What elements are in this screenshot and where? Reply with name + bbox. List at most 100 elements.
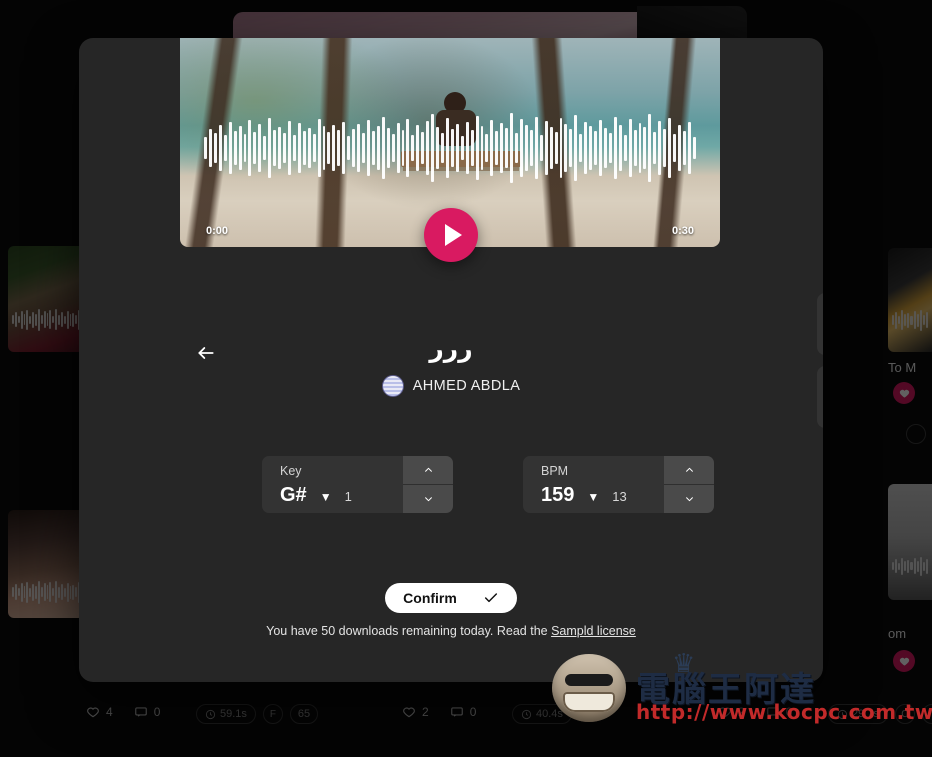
sampld-license-link[interactable]: Sampld license (551, 624, 636, 638)
waveform-bar (633, 130, 637, 166)
waveform-bar (317, 119, 321, 177)
waveform-bar (362, 133, 365, 163)
waveform-bar (658, 121, 662, 175)
waveform-bar (534, 117, 538, 179)
waveform-bar (391, 134, 395, 162)
confirm-row: Confirm (79, 583, 823, 613)
bpm-stepper-delta: 13 (612, 488, 627, 504)
waveform-bar (381, 117, 385, 179)
adjust-controls: Key G# ▼ 1 BPM 159 ▼ 13 (262, 456, 714, 513)
waveform-bar (273, 130, 277, 166)
waveform-bar (678, 125, 681, 171)
waveform-bar (208, 129, 212, 167)
waveform-bar (371, 131, 375, 165)
waveform-bar (327, 132, 331, 164)
bpm-increment-button[interactable] (664, 456, 714, 484)
key-increment-button[interactable] (403, 456, 453, 484)
time-end: 0:30 (671, 225, 694, 237)
waveform-bar (287, 121, 291, 175)
waveform-bar (450, 129, 454, 167)
bpm-decrement-button[interactable] (664, 484, 714, 513)
chevron-up-icon (685, 467, 693, 472)
waveform-bar (500, 123, 504, 173)
waveform-bar (529, 130, 533, 166)
waveform-bar (544, 121, 548, 175)
waveform[interactable] (180, 113, 720, 183)
confirm-button[interactable]: Confirm (385, 583, 517, 613)
down-arrow-icon: ▼ (319, 489, 332, 504)
waveform-bar (312, 134, 316, 162)
waveform-bar (376, 126, 380, 170)
bpm-stepper-value: 159 (541, 483, 575, 506)
waveform-bar (569, 129, 573, 167)
bpm-stepper-label: BPM (541, 464, 569, 478)
waveform-bar (554, 132, 558, 164)
waveform-bar (584, 122, 588, 174)
track-info-badges: Key A BPM 172 (817, 293, 823, 439)
waveform-bar (618, 125, 622, 171)
waveform-bar (223, 135, 227, 161)
waveform-bar (510, 113, 514, 183)
waveform-bar (559, 118, 563, 178)
time-start: 0:00 (206, 225, 229, 237)
waveform-bar (213, 133, 217, 163)
waveform-bar (401, 130, 405, 166)
waveform-bar (485, 134, 489, 162)
waveform-bar (539, 135, 543, 161)
waveform-bar (297, 123, 301, 173)
waveform-bar (589, 126, 593, 170)
key-stepper-delta: 1 (344, 488, 352, 504)
key-decrement-button[interactable] (403, 484, 453, 513)
waveform-bar (579, 134, 583, 162)
play-icon (444, 224, 462, 246)
waveform-bar (495, 131, 499, 165)
waveform-bar (628, 119, 632, 177)
track-title: ررر (429, 334, 473, 363)
waveform-bar (431, 114, 435, 182)
key-stepper-value: G# (280, 483, 307, 506)
waveform-bar (421, 132, 425, 164)
waveform-bar (524, 125, 528, 171)
waveform-bar (682, 131, 686, 165)
bpm-stepper-display: BPM 159 ▼ 13 (523, 456, 664, 513)
waveform-bar (441, 133, 444, 163)
waveform-bar (515, 133, 518, 163)
chevron-down-icon (424, 497, 432, 502)
waveform-bar (322, 126, 326, 170)
waveform-bar (233, 131, 237, 165)
waveform-bar (283, 133, 286, 163)
key-badge: Key A (817, 293, 823, 355)
key-stepper: Key G# ▼ 1 (262, 456, 453, 513)
waveform-bar (268, 118, 272, 178)
waveform-bar (292, 135, 296, 161)
waveform-bar (668, 118, 672, 178)
waveform-bar (204, 137, 207, 159)
waveform-bar (357, 124, 360, 172)
artist-row[interactable]: AHMED ABDLA (79, 375, 823, 397)
waveform-bar (396, 123, 400, 173)
waveform-bar (505, 128, 509, 168)
waveform-bar (238, 126, 242, 170)
waveform-bar (342, 122, 346, 174)
waveform-bar (599, 120, 602, 176)
waveform-bar (228, 122, 232, 174)
waveform-bar (608, 133, 612, 163)
waveform-bar (352, 129, 356, 167)
waveform-bar (347, 136, 351, 160)
avatar (381, 375, 404, 397)
chevron-down-icon (685, 497, 693, 502)
waveform-bar (263, 136, 267, 160)
waveform-bar (426, 121, 430, 175)
bpm-stepper: BPM 159 ▼ 13 (523, 456, 714, 513)
waveform-bar (648, 114, 652, 182)
waveform-bar (411, 135, 415, 161)
waveform-bar (302, 131, 306, 165)
waveform-bar (332, 125, 336, 171)
waveform-bar (386, 128, 390, 168)
waveform-bar (307, 128, 311, 168)
play-button[interactable] (424, 208, 478, 262)
waveform-bar (480, 126, 484, 170)
down-arrow-icon: ▼ (587, 489, 600, 504)
waveform-bar (490, 120, 494, 176)
bpm-stepper-buttons (664, 456, 714, 513)
